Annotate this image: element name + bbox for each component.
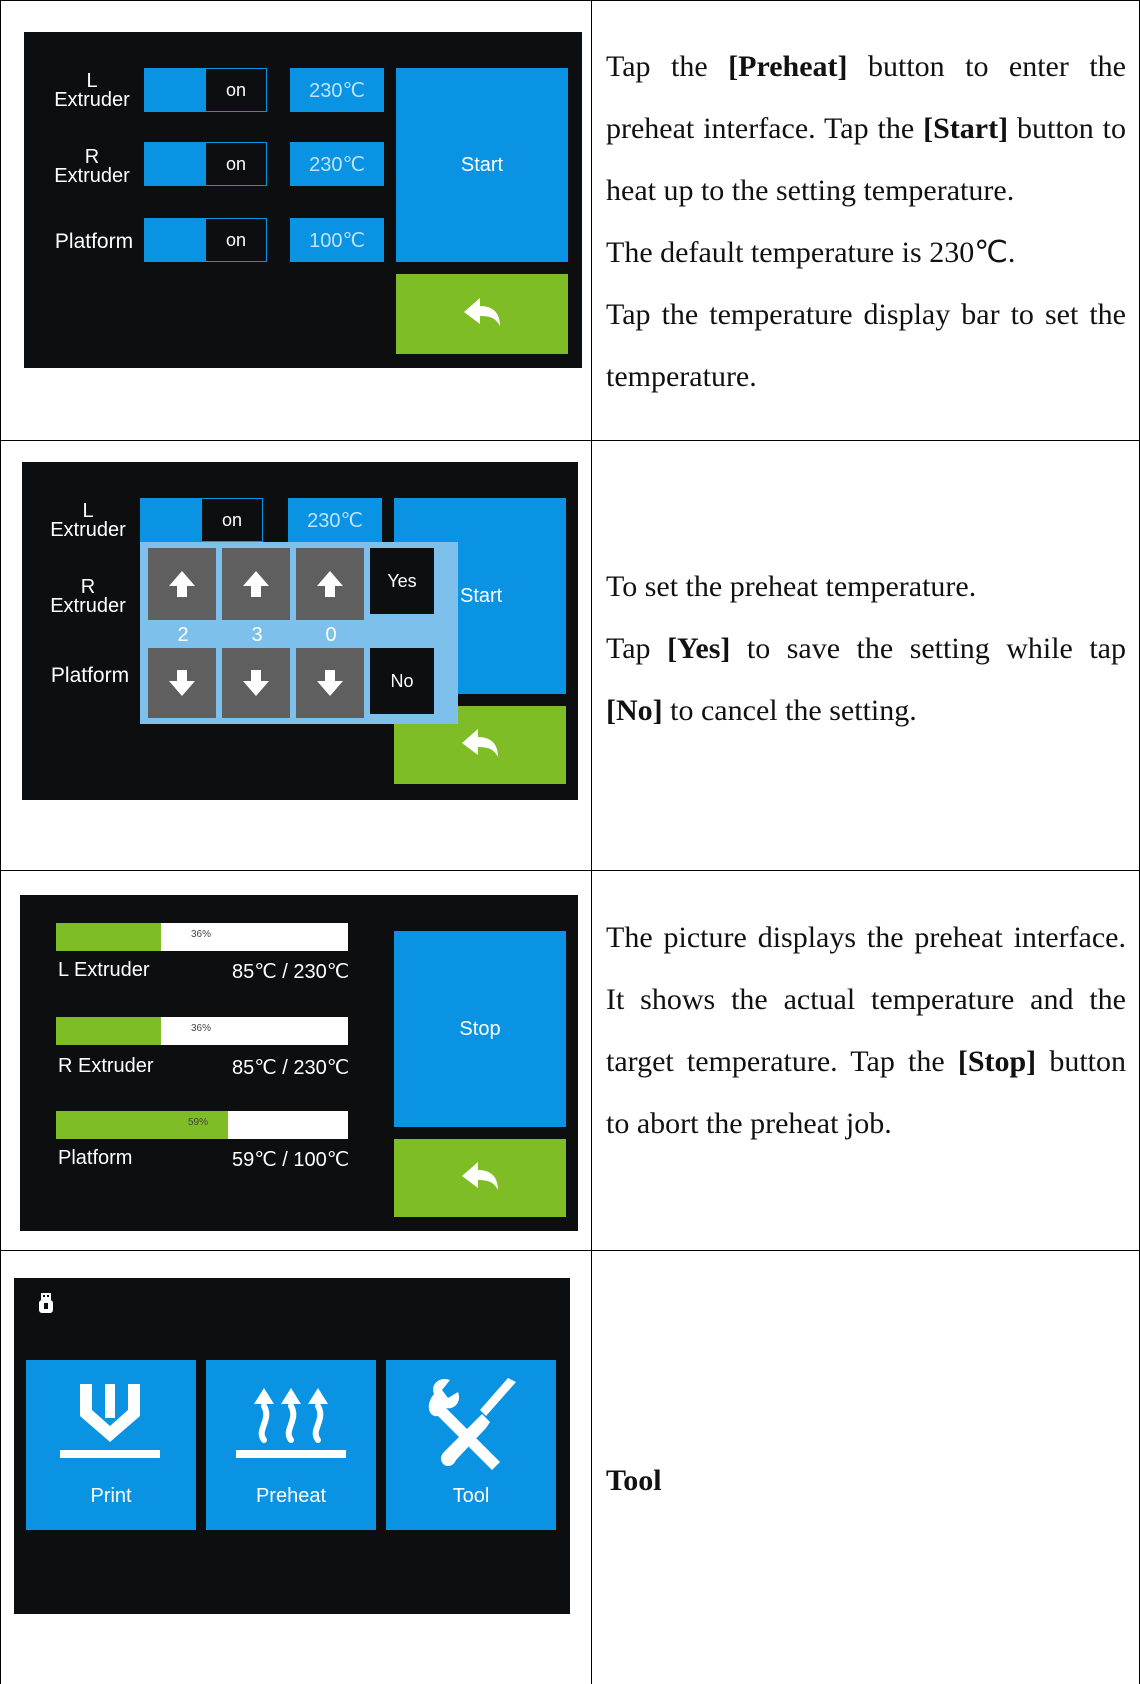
arrow-up-icon — [243, 571, 269, 597]
row1-description: Tap the [Preheat] button to enter the pr… — [606, 36, 1126, 408]
start-ref: [Start] — [923, 112, 1009, 145]
column-divider — [591, 0, 592, 1684]
l-extruder-temp-bar[interactable]: 230℃ — [288, 498, 382, 542]
start-button[interactable]: Start — [396, 68, 568, 262]
text: Tap the temperature display bar to set t… — [606, 298, 1126, 393]
r-extruder-temp-bar[interactable]: 230℃ — [290, 142, 384, 186]
print-label: Print — [90, 1485, 132, 1507]
arrow-up-icon — [169, 571, 195, 597]
no-ref: [No] — [606, 694, 663, 727]
back-arrow-icon — [462, 1162, 498, 1190]
back-button[interactable] — [396, 274, 568, 354]
l-extruder-progress-bar: 36% — [56, 923, 348, 951]
tens-up-button[interactable] — [222, 548, 290, 620]
platform-temp-bar[interactable]: 100℃ — [290, 218, 384, 262]
row-label-r-extruder: R Extruder — [32, 147, 152, 187]
progress-percent: 36% — [191, 929, 212, 940]
row-divider — [1, 0, 1140, 1]
text: Tap — [606, 632, 668, 665]
platform-temp-value: 59℃ / 100℃ — [232, 1149, 350, 1171]
platform-toggle-state[interactable]: on — [205, 218, 267, 262]
progress-fill — [56, 923, 162, 951]
l-extruder-toggle-state[interactable]: on — [205, 68, 267, 112]
preheat-label: Preheat — [255, 1485, 327, 1507]
tens-down-button[interactable] — [222, 648, 290, 718]
r-extruder-name: R Extruder — [58, 1055, 154, 1077]
back-arrow-icon — [462, 729, 498, 757]
row4-description: Tool — [606, 1450, 1126, 1512]
row2-description: To set the preheat temperature. Tap [Yes… — [606, 556, 1126, 742]
home-screen: Print Preheat Tool — [14, 1278, 570, 1614]
progress-percent: 59% — [188, 1117, 209, 1128]
progress-percent: 36% — [191, 1023, 212, 1034]
row-divider — [1, 440, 1140, 441]
usb-icon — [39, 1293, 53, 1313]
text: to cancel the setting. — [662, 694, 917, 727]
arrow-down-icon — [169, 670, 195, 696]
stop-button[interactable]: Stop — [394, 931, 566, 1127]
start-label: Start — [460, 584, 503, 607]
label-bottom: Extruder — [54, 165, 130, 187]
wrench-screwdriver-icon — [428, 1378, 516, 1470]
row-divider — [1, 1250, 1140, 1251]
hundreds-down-button[interactable] — [148, 648, 216, 718]
arrow-down-icon — [317, 670, 343, 696]
preheat-screen-2: L Extruder on 230℃ Start R Extruder Plat… — [22, 462, 578, 800]
row-label-l-extruder: L Extruder — [32, 71, 152, 111]
tool-heading: Tool — [606, 1464, 662, 1497]
preheat-ref: [Preheat] — [728, 50, 848, 83]
yes-button[interactable]: Yes — [370, 548, 434, 614]
row-label-r-extruder: R Extruder — [28, 577, 148, 617]
label-bottom: Extruder — [50, 519, 126, 541]
back-button[interactable] — [394, 1139, 566, 1217]
label-bottom: Extruder — [54, 89, 130, 111]
print-tile[interactable]: Print — [26, 1360, 196, 1530]
preheat-tile[interactable]: Preheat — [206, 1360, 376, 1530]
digit-hundreds: 2 — [177, 624, 189, 646]
default-temp-text: The default temperature is 230℃. — [606, 236, 1016, 269]
platform-progress-bar: 59% — [56, 1111, 348, 1139]
label-bottom: Extruder — [50, 595, 126, 617]
platform-name: Platform — [58, 1147, 133, 1169]
l-extruder-toggle-state[interactable]: on — [201, 498, 263, 542]
no-button[interactable]: No — [370, 648, 434, 714]
preheat-progress-screen: 36% L Extruder 85℃ / 230℃ 36% R Extruder… — [20, 895, 578, 1231]
r-extruder-temp-value: 85℃ / 230℃ — [232, 1057, 350, 1079]
row-label-platform: Platform — [50, 664, 130, 687]
heat-waves-icon — [236, 1388, 346, 1458]
tool-tile[interactable]: Tool — [386, 1360, 556, 1530]
r-extruder-toggle-state[interactable]: on — [205, 142, 267, 186]
row-label-l-extruder: L Extruder — [28, 501, 148, 541]
text: to save the setting while tap — [730, 632, 1127, 665]
yes-ref: [Yes] — [667, 632, 731, 665]
l-extruder-name: L Extruder — [58, 959, 150, 981]
temperature-setter-panel: Yes 2 3 0 No — [140, 542, 458, 724]
digit-tens: 3 — [251, 624, 263, 646]
digit-ones: 0 — [325, 624, 337, 646]
arrow-down-icon — [243, 670, 269, 696]
text: To set the preheat temperature. — [606, 570, 977, 603]
row-divider — [1, 870, 1140, 871]
ones-down-button[interactable] — [296, 648, 364, 718]
progress-fill — [56, 1017, 162, 1045]
row3-description: The picture displays the preheat interfa… — [606, 907, 1126, 1155]
l-extruder-temp-value: 85℃ / 230℃ — [232, 961, 350, 983]
print-nozzle-icon — [60, 1384, 160, 1458]
hundreds-up-button[interactable] — [148, 548, 216, 620]
tool-label: Tool — [452, 1485, 490, 1507]
l-extruder-temp-bar[interactable]: 230℃ — [290, 68, 384, 112]
r-extruder-progress-bar: 36% — [56, 1017, 348, 1045]
stop-ref: [Stop] — [957, 1045, 1037, 1078]
arrow-up-icon — [317, 571, 343, 597]
back-arrow-icon — [464, 298, 500, 326]
text: Tap the — [606, 50, 729, 83]
row-label-platform: Platform — [54, 230, 134, 253]
preheat-screen-1: L Extruder on 230℃ R Extruder on 230℃ Pl… — [24, 32, 582, 368]
ones-up-button[interactable] — [296, 548, 364, 620]
